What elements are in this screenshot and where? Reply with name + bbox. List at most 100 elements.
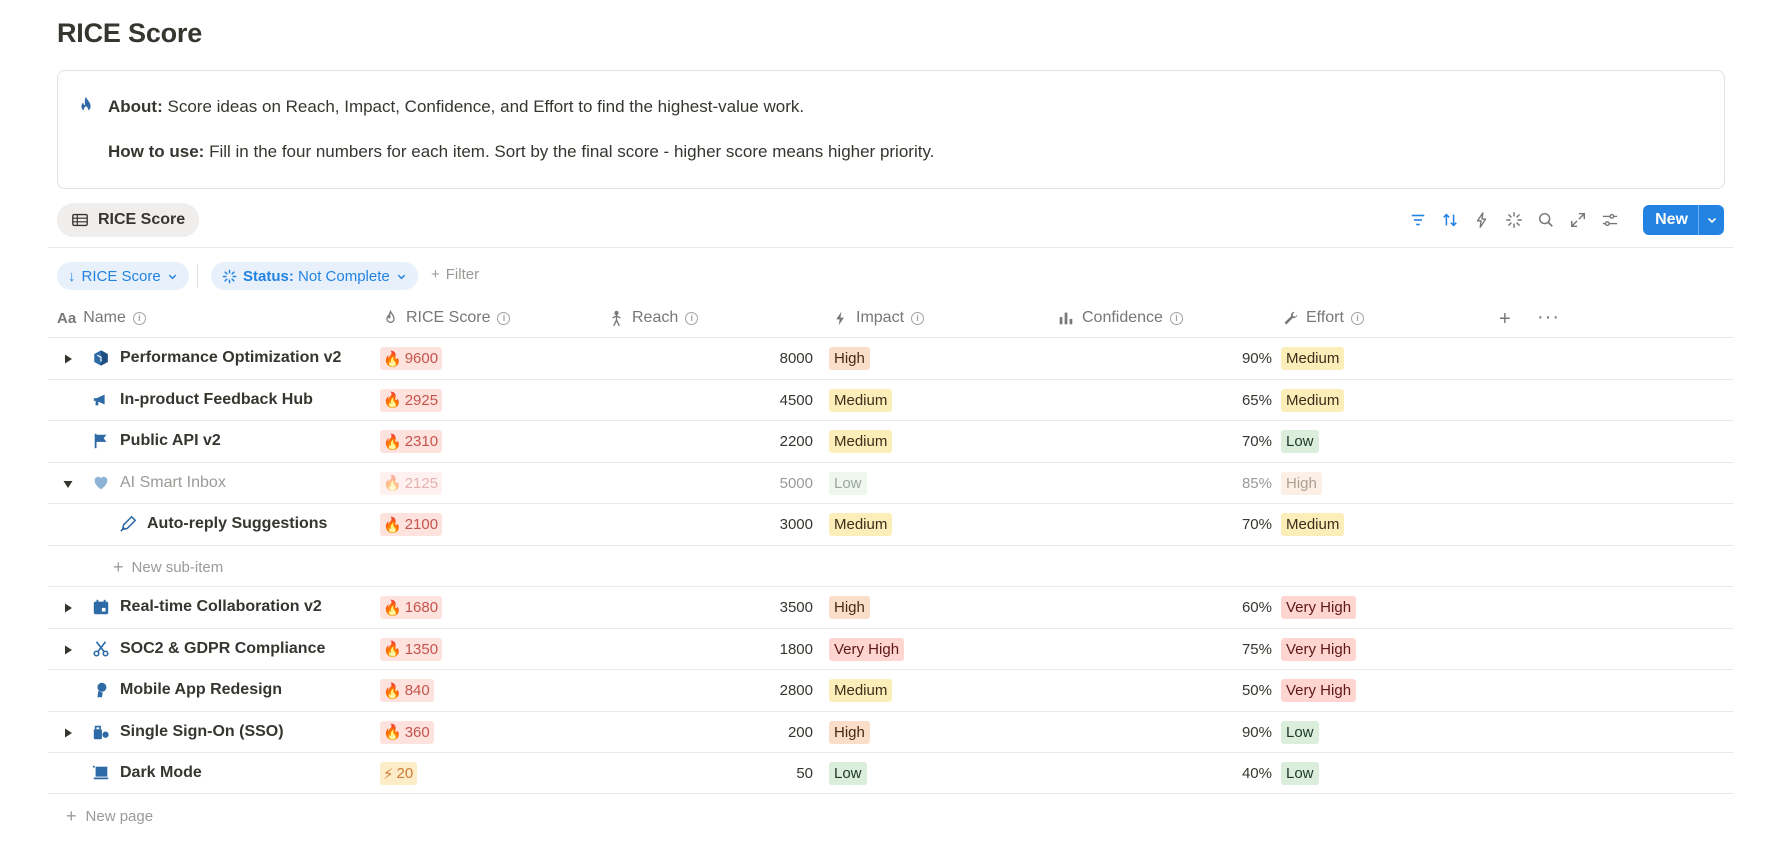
row-reach[interactable]: 1800	[688, 641, 813, 658]
row-name[interactable]: Real-time Collaboration v2	[120, 598, 322, 616]
row-confidence[interactable]: 90%	[1188, 724, 1272, 741]
column-header-effort[interactable]: Effort i	[1282, 306, 1364, 330]
table-row[interactable]: Performance Optimization v2 🔥 9600 8000 High…	[48, 337, 1733, 379]
table-row[interactable]: Single Sign-On (SSO) 🔥 360 200 High 90% Low	[48, 710, 1733, 753]
row-confidence[interactable]: 40%	[1188, 765, 1272, 782]
row-reach[interactable]: 3500	[688, 599, 813, 616]
row-impact[interactable]: Medium	[829, 679, 893, 702]
row-reach[interactable]: 8000	[688, 350, 813, 367]
toggle-collapsed-icon[interactable]	[62, 643, 74, 655]
row-impact[interactable]: Medium	[829, 513, 893, 536]
row-name[interactable]: Auto-reply Suggestions	[147, 515, 327, 533]
new-sub-item-row[interactable]: + New sub-item	[48, 544, 1733, 587]
row-effort[interactable]: Low	[1281, 430, 1319, 453]
filter-icon[interactable]	[1407, 209, 1429, 231]
row-reach[interactable]: 2200	[688, 433, 813, 450]
add-filter-button[interactable]: + Filter	[431, 266, 479, 283]
row-effort[interactable]: Very High	[1281, 679, 1357, 702]
new-dropdown-chevron-icon[interactable]	[1698, 205, 1724, 235]
search-icon[interactable]	[1535, 209, 1557, 231]
table-row[interactable]: Dark Mode ⚡ 20 50 Low 40% Low	[48, 752, 1733, 794]
table-row[interactable]: Real-time Collaboration v2 🔥 1680 3500 High 6…	[48, 586, 1733, 628]
fire-icon: 🔥	[383, 641, 402, 658]
row-name[interactable]: Mobile App Redesign	[120, 681, 282, 699]
toggle-collapsed-icon[interactable]	[62, 352, 74, 364]
monitor-icon	[92, 764, 110, 782]
row-effort[interactable]: Very High	[1281, 637, 1357, 661]
new-sub-item-button[interactable]: + New sub-item	[113, 557, 223, 578]
row-name[interactable]: SOC2 & GDPR Compliance	[120, 640, 325, 658]
more-options-icon[interactable]: ···	[1537, 306, 1560, 329]
table-row[interactable]: Public API v2 🔥 2310 2200 Medium 70% Low	[48, 420, 1733, 462]
row-name[interactable]: Public API v2	[120, 432, 221, 450]
row-confidence[interactable]: 70%	[1188, 433, 1272, 450]
row-impact[interactable]: High	[829, 720, 870, 744]
column-header-confidence[interactable]: Confidence i	[1057, 306, 1183, 330]
row-name[interactable]: Dark Mode	[120, 764, 202, 782]
row-name[interactable]: Performance Optimization v2	[120, 349, 341, 367]
row-impact[interactable]: Low	[829, 762, 867, 785]
column-header-score[interactable]: RICE Score i	[382, 306, 511, 330]
row-confidence[interactable]: 65%	[1188, 392, 1272, 409]
sort-icon[interactable]	[1439, 209, 1461, 231]
row-confidence[interactable]: 85%	[1188, 475, 1272, 492]
table-row[interactable]: AI Smart Inbox 🔥 2125 5000 Low 85% High	[48, 461, 1733, 504]
column-confidence-label: Confidence	[1082, 309, 1163, 326]
row-impact[interactable]: Medium	[829, 430, 893, 453]
row-score: 2310	[404, 433, 439, 450]
add-property-icon[interactable]: +	[1499, 308, 1511, 331]
row-impact[interactable]: Very High	[829, 637, 905, 661]
row-impact[interactable]: High	[829, 347, 870, 370]
row-effort[interactable]: High	[1281, 471, 1322, 495]
row-reach[interactable]: 50	[688, 765, 813, 782]
table-row[interactable]: In-product Feedback Hub 🔥 2925 4500 Medium 65…	[48, 378, 1733, 421]
row-confidence[interactable]: 50%	[1188, 682, 1272, 699]
column-header-name[interactable]: Aa Name i	[57, 306, 146, 330]
row-reach[interactable]: 3000	[688, 516, 813, 533]
status-chip-text: Status: Not Complete	[243, 268, 390, 285]
row-effort[interactable]: Very High	[1281, 596, 1357, 619]
row-name[interactable]: Single Sign-On (SSO)	[120, 723, 284, 741]
expand-icon[interactable]	[1567, 209, 1589, 231]
toggle-expanded-icon[interactable]	[62, 477, 74, 489]
toggle-collapsed-icon[interactable]	[62, 726, 74, 738]
new-button[interactable]: New	[1643, 205, 1698, 235]
view-tab-table[interactable]: RICE Score	[57, 203, 200, 237]
row-effort[interactable]: Low	[1281, 762, 1319, 785]
row-effort[interactable]: Medium	[1281, 347, 1345, 370]
row-effort[interactable]: Low	[1281, 720, 1319, 744]
status-filter-chip[interactable]: Status: Not Complete	[211, 262, 418, 290]
row-impact[interactable]: High	[829, 596, 870, 619]
row-reach[interactable]: 5000	[688, 475, 813, 492]
column-header-reach[interactable]: Reach i	[608, 306, 699, 330]
fire-icon: 🔥	[383, 433, 402, 451]
arrow-down-icon: ↓	[68, 267, 76, 285]
row-confidence[interactable]: 70%	[1188, 516, 1272, 533]
row-confidence[interactable]: 90%	[1188, 350, 1272, 367]
sort-chip[interactable]: ↓ RICE Score	[57, 262, 189, 290]
row-score-badge: 🔥 840	[380, 679, 434, 702]
table-row[interactable]: SOC2 & GDPR Compliance 🔥 1350 1800 Very High…	[48, 627, 1733, 670]
row-effort[interactable]: Medium	[1281, 388, 1345, 412]
new-page-button[interactable]: + New page	[66, 806, 153, 827]
row-reach[interactable]: 200	[688, 724, 813, 741]
info-icon: i	[1169, 311, 1183, 325]
row-confidence[interactable]: 75%	[1188, 641, 1272, 658]
settings-sliders-icon[interactable]	[1599, 209, 1621, 231]
row-reach[interactable]: 2800	[688, 682, 813, 699]
row-name[interactable]: AI Smart Inbox	[120, 474, 226, 492]
row-name[interactable]: In-product Feedback Hub	[120, 391, 313, 409]
row-impact[interactable]: Low	[829, 471, 867, 495]
automation-icon[interactable]	[1471, 209, 1493, 231]
row-confidence[interactable]: 60%	[1188, 599, 1272, 616]
effort-tag: Very High	[1281, 596, 1357, 619]
row-reach[interactable]: 4500	[688, 392, 813, 409]
ai-sparkle-icon[interactable]	[1503, 209, 1525, 231]
toggle-collapsed-icon[interactable]	[62, 601, 74, 613]
info-icon: i	[1350, 311, 1364, 325]
row-impact[interactable]: Medium	[829, 388, 893, 412]
row-effort[interactable]: Medium	[1281, 513, 1345, 536]
table-row[interactable]: Mobile App Redesign 🔥 840 2800 Medium 50% Very…	[48, 669, 1733, 711]
column-header-impact[interactable]: Impact i	[832, 306, 925, 330]
table-row[interactable]: Auto-reply Suggestions 🔥 2100 3000 Medium 70%…	[48, 503, 1733, 545]
